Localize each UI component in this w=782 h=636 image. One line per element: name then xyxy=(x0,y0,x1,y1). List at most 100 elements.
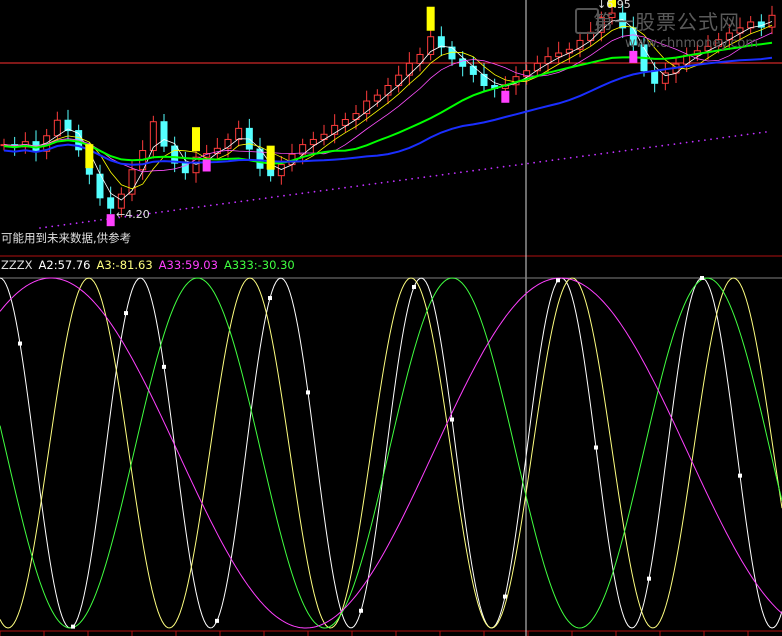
dotted-point xyxy=(765,131,767,133)
candle-body xyxy=(480,73,488,87)
dotted-point xyxy=(380,181,383,184)
dotted-point xyxy=(478,169,481,171)
dotted-point xyxy=(484,168,487,171)
dotted-point xyxy=(374,182,377,185)
dotted-point xyxy=(301,192,304,195)
dotted-point xyxy=(575,156,578,158)
dotted-point xyxy=(600,152,603,155)
dotted-point xyxy=(392,180,395,183)
dotted-point xyxy=(69,223,72,225)
indicator-marker xyxy=(268,296,272,301)
legend-a33: A33:59.03 xyxy=(158,258,218,272)
dotted-point xyxy=(319,190,322,192)
dotted-point xyxy=(228,202,231,204)
dotted-point xyxy=(435,174,438,177)
dotted-point xyxy=(490,167,493,170)
dotted-point xyxy=(533,161,535,164)
indicator-marker xyxy=(124,311,128,316)
candle-body xyxy=(565,48,573,54)
dotted-point xyxy=(423,176,426,179)
dotted-point xyxy=(75,222,78,225)
dotted-point xyxy=(313,190,316,193)
candle-body xyxy=(341,118,349,126)
dotted-point xyxy=(325,189,328,192)
dotted-point xyxy=(545,160,548,162)
dotted-point xyxy=(100,219,102,221)
dotted-point xyxy=(667,144,670,146)
dotted-point xyxy=(203,205,206,208)
candle-body xyxy=(459,58,467,67)
dotted-point xyxy=(258,198,261,200)
dotted-point xyxy=(514,164,517,167)
dotted-point xyxy=(460,171,462,174)
candle-body xyxy=(117,193,125,209)
dotted-point xyxy=(240,200,243,203)
dotted-point xyxy=(179,208,182,211)
dotted-point xyxy=(173,209,176,212)
candle-body xyxy=(107,197,115,209)
dotted-point xyxy=(612,151,615,154)
dotted-point xyxy=(441,173,444,176)
indicator-marker xyxy=(71,624,75,629)
dotted-point xyxy=(758,131,761,134)
candle-body xyxy=(160,121,168,147)
legend-a2: A2:57.76 xyxy=(38,258,91,272)
candle-body xyxy=(277,164,285,177)
indicator-marker xyxy=(162,364,166,369)
dotted-point xyxy=(386,181,389,183)
future-data-note: 可能用到未来数据,供参考 xyxy=(1,231,132,245)
dotted-point xyxy=(87,220,90,223)
dotted-point xyxy=(649,146,651,149)
signal-marker xyxy=(426,6,435,31)
indicator-marker xyxy=(700,276,704,280)
dotted-point xyxy=(453,172,456,175)
dotted-point xyxy=(307,191,310,194)
dotted-point xyxy=(362,184,365,187)
indicator-marker xyxy=(215,618,219,623)
chart-canvas xyxy=(0,0,782,636)
dotted-point xyxy=(569,156,572,159)
candle-body xyxy=(53,119,61,137)
dotted-point xyxy=(466,170,468,173)
indicator-marker xyxy=(412,285,416,290)
indicator-name: ZZZX xyxy=(1,258,33,272)
dotted-point xyxy=(252,198,255,201)
dotted-point xyxy=(356,185,359,188)
signal-marker xyxy=(192,127,200,152)
signal-marker xyxy=(106,214,115,227)
dotted-point xyxy=(716,137,718,140)
dotted-point xyxy=(521,163,523,166)
dotted-point xyxy=(399,179,401,182)
dotted-point xyxy=(167,210,170,213)
dotted-point xyxy=(582,155,584,158)
watermark: 第一股票公式网 www.chnmoney.com xyxy=(575,6,775,61)
dotted-point xyxy=(588,154,590,157)
indicator-marker xyxy=(503,594,507,599)
dotted-point xyxy=(155,211,157,214)
signal-marker xyxy=(85,144,94,169)
dotted-point xyxy=(338,187,340,190)
dotted-point xyxy=(411,177,413,180)
dotted-point xyxy=(710,138,712,141)
dotted-point xyxy=(161,211,163,213)
dotted-point xyxy=(368,183,371,186)
dotted-point xyxy=(643,147,645,150)
dotted-point xyxy=(496,166,499,169)
signal-marker xyxy=(202,159,211,172)
dotted-point xyxy=(417,177,420,179)
dotted-point xyxy=(295,193,298,196)
dotted-point xyxy=(429,175,432,178)
candle-body xyxy=(235,127,243,140)
dotted-point xyxy=(746,133,749,136)
dotted-point xyxy=(344,186,346,189)
dotted-point xyxy=(752,132,755,135)
indicator-marker xyxy=(450,417,454,422)
dotted-point xyxy=(704,139,706,142)
dotted-point xyxy=(691,140,694,143)
candle-body xyxy=(405,62,413,76)
dotted-point xyxy=(270,196,273,199)
dotted-point xyxy=(277,195,279,198)
dotted-point xyxy=(331,188,334,191)
dotted-point xyxy=(234,201,237,204)
candle-body xyxy=(395,74,403,87)
